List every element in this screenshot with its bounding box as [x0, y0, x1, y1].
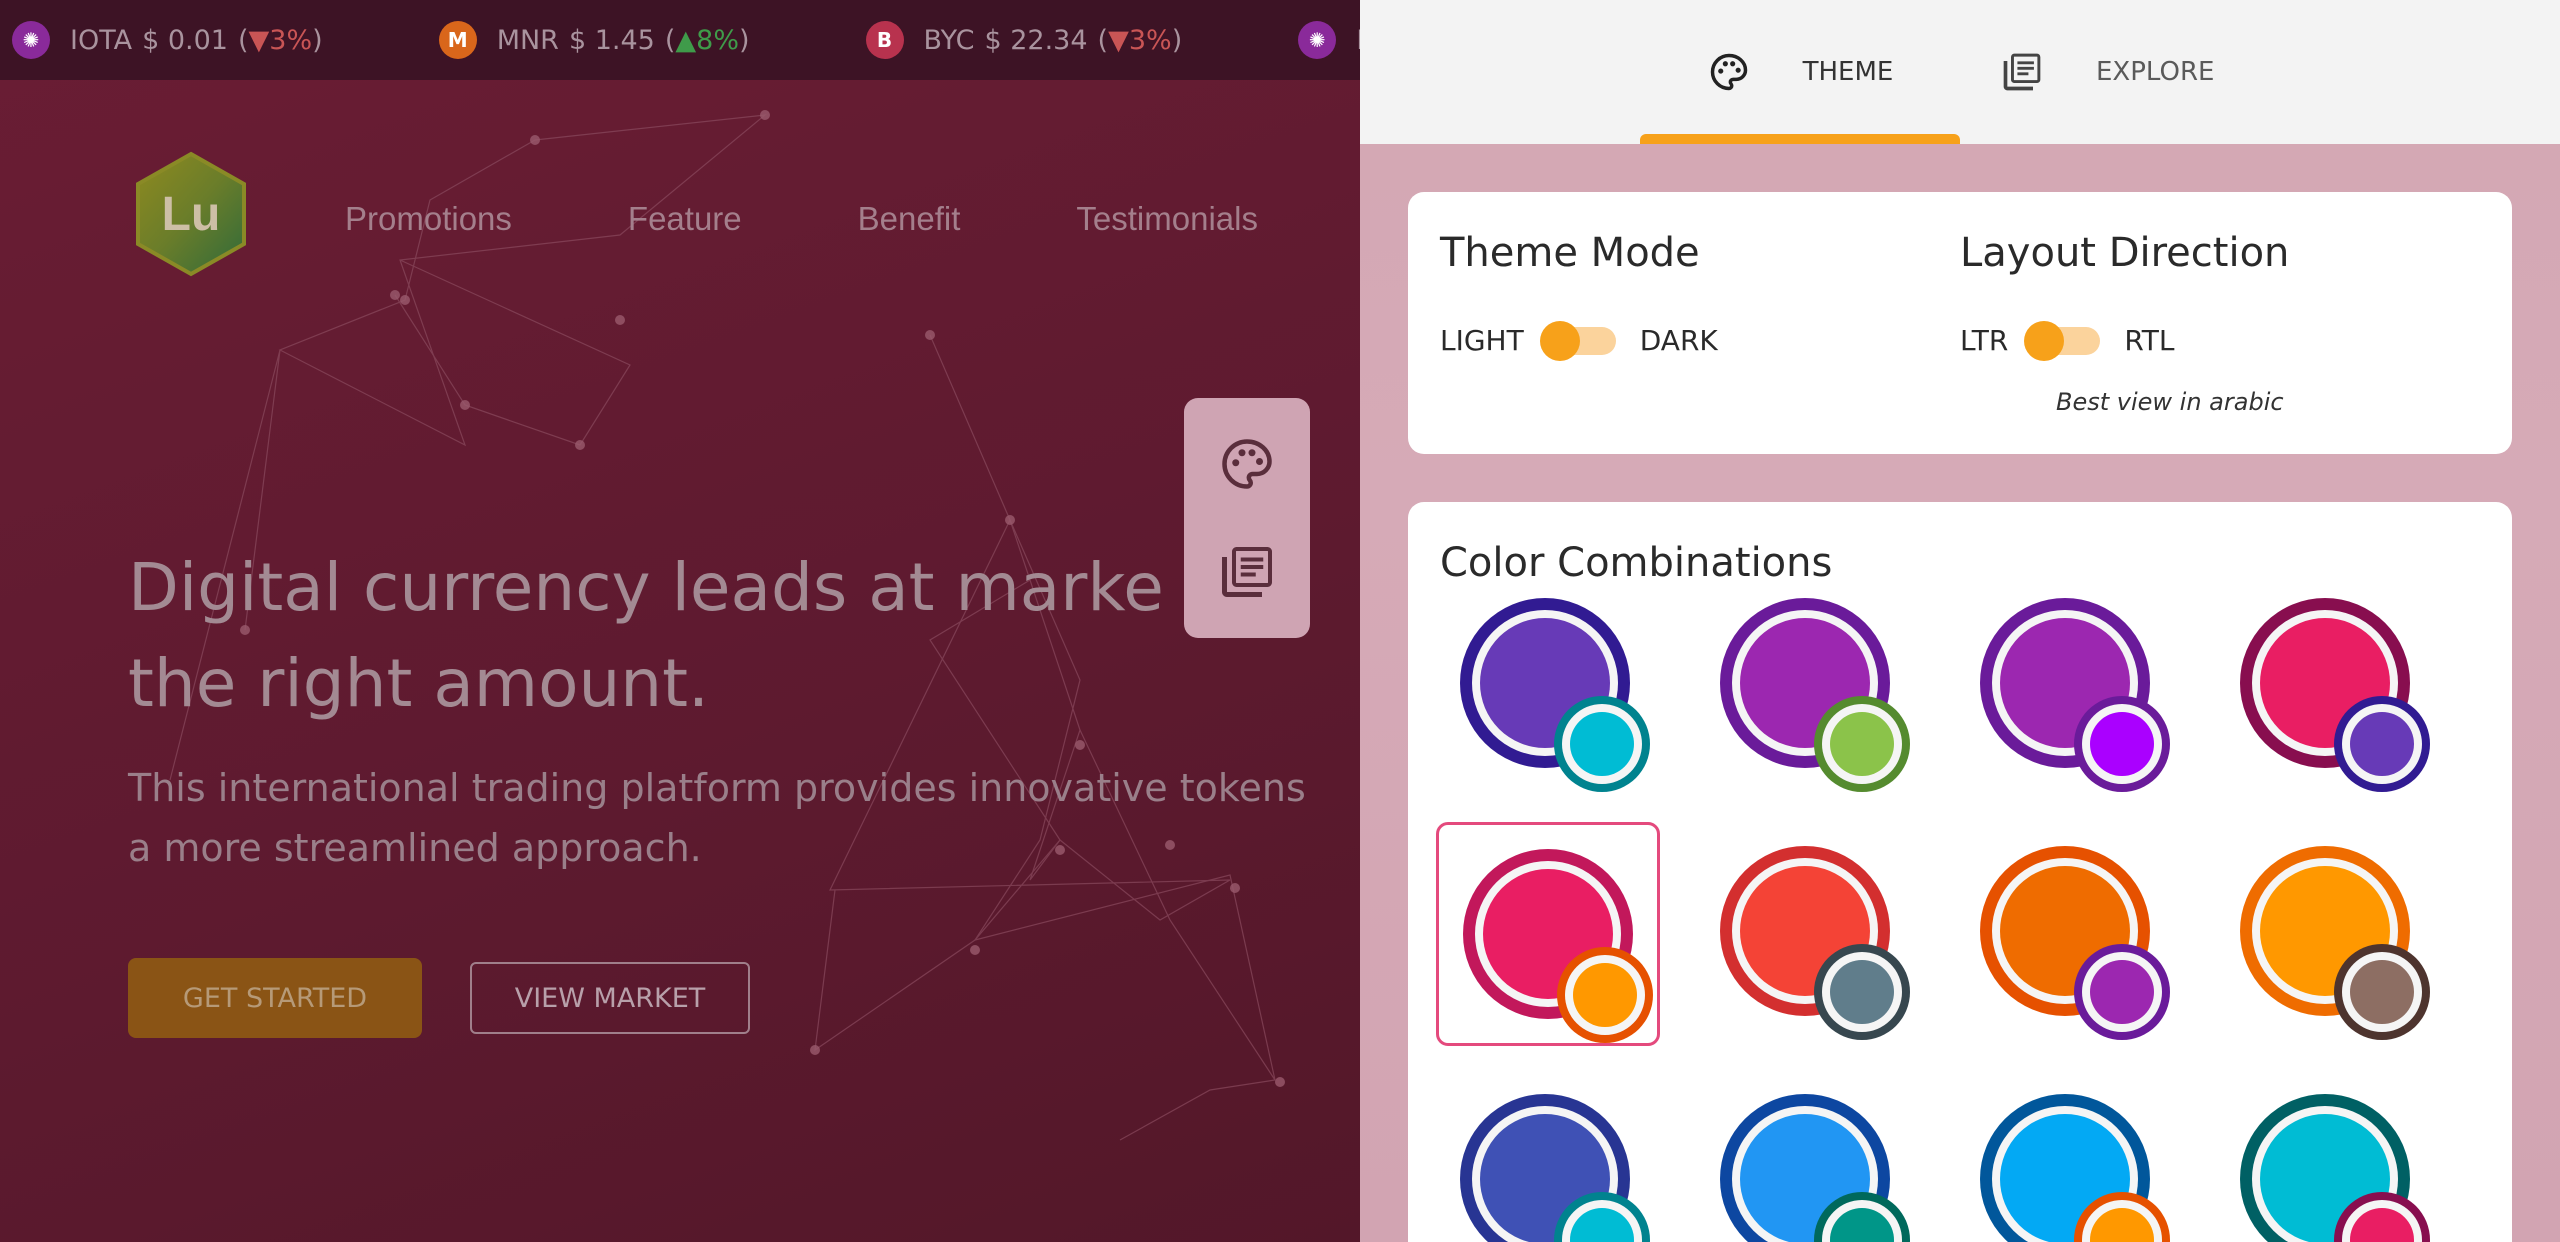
secondary-color-circle	[1557, 947, 1653, 1043]
landing-page: ✺ IOTA $ 0.01(▼ 3%) M MNR $ 1.45(▲ 8%) B BYC $ 22.…	[0, 0, 1360, 1242]
color-swatch[interactable]	[1956, 574, 2180, 798]
dark-label: DARK	[1639, 324, 1718, 357]
ticker-item: ✺IO	[1298, 21, 1360, 59]
arrow-down-icon: ▼	[248, 24, 270, 56]
nav-testimonials[interactable]: Testimonials	[1076, 200, 1258, 238]
iota-coin-icon: ✺	[12, 21, 50, 59]
color-swatch[interactable]	[1696, 574, 1920, 798]
hero-subtitle: This international trading platform prov…	[128, 766, 1306, 870]
ticker-symbol: IOTA	[70, 24, 133, 56]
arrow-down-icon: ▼	[1108, 24, 1129, 56]
arrow-up-icon: ▲	[675, 24, 697, 56]
active-tab-indicator	[1640, 134, 1960, 144]
get-started-button[interactable]: GET STARTED	[128, 958, 422, 1038]
color-swatch[interactable]	[2216, 1070, 2440, 1242]
settings-drawer: THEME EXPLORE Theme Mode LIGHT DARK Layo…	[1360, 0, 2560, 1242]
switch-knob	[1539, 320, 1580, 361]
ticker-change: 3%	[1128, 24, 1172, 56]
color-swatch[interactable]	[1696, 822, 1920, 1046]
hero-title: Digital currency leads at marke the righ…	[128, 549, 1164, 722]
price-ticker: ✺ IOTA $ 0.01(▼ 3%) M MNR $ 1.45(▲ 8%) B BYC $ 22.…	[0, 0, 1360, 80]
ticker-change: 8%	[696, 24, 739, 56]
logo-text: Lu	[162, 188, 221, 241]
ticker-price: $ 22.34	[984, 24, 1088, 56]
color-swatch[interactable]	[1436, 574, 1660, 798]
library-books-icon	[2003, 53, 2041, 91]
color-swatch[interactable]	[1696, 1070, 1920, 1242]
rtl-hint: Best view in arabic	[2056, 388, 2284, 416]
color-swatch[interactable]	[1956, 1070, 2180, 1242]
tab-explore-label: EXPLORE	[2096, 57, 2215, 87]
tab-theme-label: THEME	[1802, 57, 1894, 87]
floating-settings-panel	[1184, 398, 1310, 638]
library-books-icon[interactable]	[1217, 542, 1277, 602]
theme-mode-title: Theme Mode	[1440, 230, 1700, 276]
switch-knob	[2024, 320, 2065, 361]
bytecoin-coin-icon: B	[865, 21, 904, 59]
layout-direction-title: Layout Direction	[1960, 230, 2290, 276]
iota-coin-icon: ✺	[1298, 21, 1337, 59]
secondary-color-circle	[2334, 696, 2430, 792]
ticker-price: $ 0.01	[142, 24, 228, 56]
nav-benefit[interactable]: Benefit	[858, 200, 961, 238]
theme-mode-toggle-row: LIGHT DARK	[1440, 320, 1718, 361]
secondary-color-circle	[2074, 696, 2170, 792]
drawer-tabs: THEME EXPLORE	[1360, 0, 2560, 144]
secondary-color-circle	[2074, 944, 2170, 1040]
view-market-button[interactable]: VIEW MARKET	[470, 962, 750, 1034]
theme-mode-card: Theme Mode LIGHT DARK Layout Direction L…	[1408, 192, 2512, 454]
main-nav: Promotions Feature Benefit Testimonials	[345, 200, 1258, 238]
palette-icon	[1710, 53, 1747, 91]
color-combinations-card: Color Combinations	[1408, 502, 2512, 1242]
color-swatch[interactable]	[1956, 822, 2180, 1046]
nav-promotions[interactable]: Promotions	[345, 200, 512, 238]
ticker-item: B BYC $ 22.34(▼ 3%)	[865, 21, 1182, 59]
rtl-label: RTL	[2124, 324, 2175, 357]
secondary-color-circle	[1814, 696, 1910, 792]
ltr-label: LTR	[1960, 324, 2009, 357]
nav-feature[interactable]: Feature	[628, 200, 742, 238]
ticker-item: M MNR $ 1.45(▲ 8%)	[438, 21, 750, 59]
secondary-color-circle	[2334, 944, 2430, 1040]
layout-direction-toggle-row: LTR RTL	[1960, 320, 2175, 361]
color-swatch[interactable]	[1436, 1070, 1660, 1242]
tab-explore[interactable]: EXPLORE	[2000, 0, 2320, 144]
ticker-price: $ 1.45	[568, 24, 655, 56]
light-label: LIGHT	[1440, 324, 1524, 357]
ticker-symbol: BYC	[923, 24, 975, 56]
palette-icon[interactable]	[1217, 434, 1277, 494]
layout-direction-switch[interactable]	[2024, 320, 2101, 361]
ticker-symbol: MNR	[496, 24, 559, 56]
color-swatch[interactable]	[2216, 822, 2440, 1046]
ticker-item: ✺ IOTA $ 0.01(▼ 3%)	[12, 21, 323, 59]
tab-theme[interactable]: THEME	[1640, 0, 1960, 144]
monero-coin-icon: M	[438, 21, 477, 59]
secondary-color-circle	[1814, 944, 1910, 1040]
secondary-color-circle	[1554, 696, 1650, 792]
ticker-change: 3%	[269, 24, 313, 56]
brand-logo[interactable]: Lu	[132, 150, 250, 278]
theme-mode-switch[interactable]	[1539, 320, 1616, 361]
color-swatch[interactable]	[1436, 822, 1660, 1046]
color-swatch[interactable]	[2216, 574, 2440, 798]
